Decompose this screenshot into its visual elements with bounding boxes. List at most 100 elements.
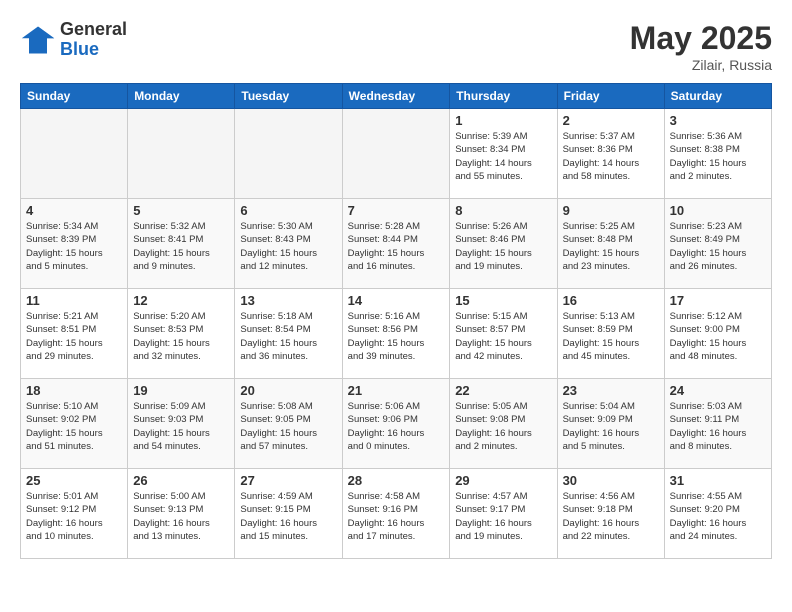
day-cell: 16Sunrise: 5:13 AM Sunset: 8:59 PM Dayli…	[557, 289, 664, 379]
day-info: Sunrise: 5:28 AM Sunset: 8:44 PM Dayligh…	[348, 220, 445, 273]
day-info: Sunrise: 4:59 AM Sunset: 9:15 PM Dayligh…	[240, 490, 336, 543]
weekday-header-thursday: Thursday	[450, 84, 557, 109]
day-number: 1	[455, 113, 551, 128]
day-number: 23	[563, 383, 659, 398]
day-cell: 18 Sunrise: 5:10 AM Sunset: 9:02 PM Dayli…	[21, 379, 128, 469]
logo-text: General Blue	[60, 20, 127, 60]
day-info: Sunrise: 5:39 AM Sunset: 8:34 PM Dayligh…	[455, 130, 551, 183]
day-number: 27	[240, 473, 336, 488]
day-info: Sunrise: 5:16 AM Sunset: 8:56 PM Dayligh…	[348, 310, 445, 363]
day-cell: 14 Sunrise: 5:16 AM Sunset: 8:56 PM Dayli…	[342, 289, 450, 379]
day-info: Sunrise: 5:32 AM Sunset: 8:41 PM Dayligh…	[133, 220, 229, 273]
weekday-header-row: SundayMondayTuesdayWednesdayThursdayFrid…	[21, 84, 772, 109]
day-number: 8	[455, 203, 551, 218]
day-number: 16	[563, 293, 659, 308]
day-number: 7	[348, 203, 445, 218]
day-cell: 22Sunrise: 5:05 AM Sunset: 9:08 PM Dayli…	[450, 379, 557, 469]
day-number: 12	[133, 293, 229, 308]
day-info: Sunrise: 4:58 AM Sunset: 9:16 PM Dayligh…	[348, 490, 445, 543]
day-number: 2	[563, 113, 659, 128]
day-number: 3	[670, 113, 766, 128]
day-cell	[235, 109, 342, 199]
day-info: Sunrise: 5:03 AM Sunset: 9:11 PM Dayligh…	[670, 400, 766, 453]
day-number: 19	[133, 383, 229, 398]
week-row-1: 1 Sunrise: 5:39 AM Sunset: 8:34 PM Daylig…	[21, 109, 772, 199]
day-number: 30	[563, 473, 659, 488]
logo-blue-text: Blue	[60, 40, 127, 60]
day-cell: 20 Sunrise: 5:08 AM Sunset: 9:05 PM Dayli…	[235, 379, 342, 469]
day-number: 10	[670, 203, 766, 218]
day-info: Sunrise: 5:01 AM Sunset: 9:12 PM Dayligh…	[26, 490, 122, 543]
weekday-header-monday: Monday	[128, 84, 235, 109]
weekday-header-saturday: Saturday	[664, 84, 771, 109]
day-number: 5	[133, 203, 229, 218]
page-header: General Blue May 2025 Zilair, Russia	[20, 20, 772, 73]
day-number: 9	[563, 203, 659, 218]
day-number: 25	[26, 473, 122, 488]
logo-icon	[20, 22, 56, 58]
week-row-3: 11Sunrise: 5:21 AM Sunset: 8:51 PM Dayli…	[21, 289, 772, 379]
day-info: Sunrise: 5:08 AM Sunset: 9:05 PM Dayligh…	[240, 400, 336, 453]
day-info: Sunrise: 5:20 AM Sunset: 8:53 PM Dayligh…	[133, 310, 229, 363]
day-cell: 2 Sunrise: 5:37 AM Sunset: 8:36 PM Daylig…	[557, 109, 664, 199]
month-year-title: May 2025	[630, 20, 772, 57]
day-info: Sunrise: 5:12 AM Sunset: 9:00 PM Dayligh…	[670, 310, 766, 363]
day-number: 21	[348, 383, 445, 398]
logo: General Blue	[20, 20, 127, 60]
weekday-header-sunday: Sunday	[21, 84, 128, 109]
day-info: Sunrise: 5:09 AM Sunset: 9:03 PM Dayligh…	[133, 400, 229, 453]
day-cell: 10Sunrise: 5:23 AM Sunset: 8:49 PM Dayli…	[664, 199, 771, 289]
weekday-header-tuesday: Tuesday	[235, 84, 342, 109]
day-info: Sunrise: 5:30 AM Sunset: 8:43 PM Dayligh…	[240, 220, 336, 273]
calendar-table: SundayMondayTuesdayWednesdayThursdayFrid…	[20, 83, 772, 559]
day-number: 26	[133, 473, 229, 488]
day-cell: 12 Sunrise: 5:20 AM Sunset: 8:53 PM Dayli…	[128, 289, 235, 379]
day-info: Sunrise: 5:15 AM Sunset: 8:57 PM Dayligh…	[455, 310, 551, 363]
day-cell: 21 Sunrise: 5:06 AM Sunset: 9:06 PM Dayli…	[342, 379, 450, 469]
day-number: 20	[240, 383, 336, 398]
day-cell: 4 Sunrise: 5:34 AM Sunset: 8:39 PM Daylig…	[21, 199, 128, 289]
day-number: 31	[670, 473, 766, 488]
location-subtitle: Zilair, Russia	[630, 57, 772, 73]
day-cell: 19 Sunrise: 5:09 AM Sunset: 9:03 PM Dayli…	[128, 379, 235, 469]
day-info: Sunrise: 5:37 AM Sunset: 8:36 PM Dayligh…	[563, 130, 659, 183]
day-info: Sunrise: 5:00 AM Sunset: 9:13 PM Dayligh…	[133, 490, 229, 543]
day-cell: 30 Sunrise: 4:56 AM Sunset: 9:18 PM Dayli…	[557, 469, 664, 559]
day-cell: 17 Sunrise: 5:12 AM Sunset: 9:00 PM Dayli…	[664, 289, 771, 379]
day-cell: 9Sunrise: 5:25 AM Sunset: 8:48 PM Daylig…	[557, 199, 664, 289]
day-cell: 27 Sunrise: 4:59 AM Sunset: 9:15 PM Dayli…	[235, 469, 342, 559]
week-row-5: 25 Sunrise: 5:01 AM Sunset: 9:12 PM Dayli…	[21, 469, 772, 559]
day-cell: 31 Sunrise: 4:55 AM Sunset: 9:20 PM Dayli…	[664, 469, 771, 559]
day-cell: 3Sunrise: 5:36 AM Sunset: 8:38 PM Daylig…	[664, 109, 771, 199]
day-cell	[128, 109, 235, 199]
day-number: 28	[348, 473, 445, 488]
day-cell	[342, 109, 450, 199]
title-block: May 2025 Zilair, Russia	[630, 20, 772, 73]
day-number: 17	[670, 293, 766, 308]
day-info: Sunrise: 5:06 AM Sunset: 9:06 PM Dayligh…	[348, 400, 445, 453]
day-cell: 5 Sunrise: 5:32 AM Sunset: 8:41 PM Daylig…	[128, 199, 235, 289]
weekday-header-friday: Friday	[557, 84, 664, 109]
day-cell: 24 Sunrise: 5:03 AM Sunset: 9:11 PM Dayli…	[664, 379, 771, 469]
day-cell: 8 Sunrise: 5:26 AM Sunset: 8:46 PM Daylig…	[450, 199, 557, 289]
day-number: 6	[240, 203, 336, 218]
day-number: 24	[670, 383, 766, 398]
day-number: 4	[26, 203, 122, 218]
day-cell: 7 Sunrise: 5:28 AM Sunset: 8:44 PM Daylig…	[342, 199, 450, 289]
day-number: 22	[455, 383, 551, 398]
day-cell: 11Sunrise: 5:21 AM Sunset: 8:51 PM Dayli…	[21, 289, 128, 379]
week-row-4: 18 Sunrise: 5:10 AM Sunset: 9:02 PM Dayli…	[21, 379, 772, 469]
day-info: Sunrise: 5:34 AM Sunset: 8:39 PM Dayligh…	[26, 220, 122, 273]
day-info: Sunrise: 4:56 AM Sunset: 9:18 PM Dayligh…	[563, 490, 659, 543]
day-info: Sunrise: 5:04 AM Sunset: 9:09 PM Dayligh…	[563, 400, 659, 453]
day-cell: 6 Sunrise: 5:30 AM Sunset: 8:43 PM Daylig…	[235, 199, 342, 289]
day-cell: 1 Sunrise: 5:39 AM Sunset: 8:34 PM Daylig…	[450, 109, 557, 199]
day-number: 14	[348, 293, 445, 308]
day-number: 18	[26, 383, 122, 398]
day-info: Sunrise: 5:26 AM Sunset: 8:46 PM Dayligh…	[455, 220, 551, 273]
day-cell: 26 Sunrise: 5:00 AM Sunset: 9:13 PM Dayli…	[128, 469, 235, 559]
day-info: Sunrise: 4:57 AM Sunset: 9:17 PM Dayligh…	[455, 490, 551, 543]
day-info: Sunrise: 4:55 AM Sunset: 9:20 PM Dayligh…	[670, 490, 766, 543]
day-number: 13	[240, 293, 336, 308]
day-info: Sunrise: 5:10 AM Sunset: 9:02 PM Dayligh…	[26, 400, 122, 453]
